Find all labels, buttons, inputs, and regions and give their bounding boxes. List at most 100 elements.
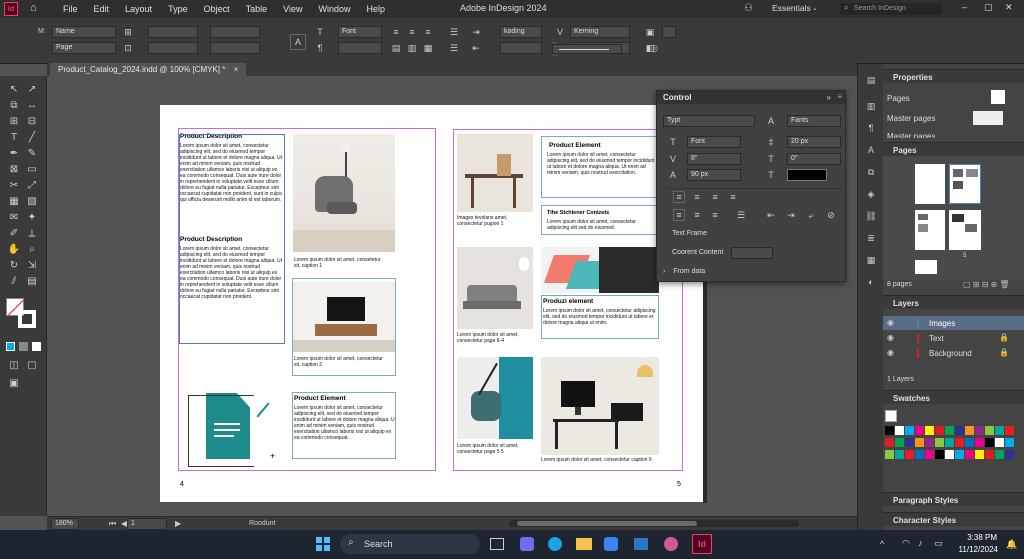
search-box[interactable]: ⌕ Search InDesign bbox=[840, 3, 942, 15]
color-swatch[interactable] bbox=[965, 450, 974, 459]
color-swatch[interactable] bbox=[915, 450, 924, 459]
color-swatch[interactable] bbox=[975, 426, 984, 435]
text-frame-label[interactable]: Text Frame bbox=[672, 230, 707, 237]
stroke-weight[interactable] bbox=[662, 26, 676, 38]
volume-icon[interactable]: ♪ bbox=[918, 538, 923, 548]
color-swatch[interactable] bbox=[787, 169, 827, 181]
paragraph-dock-icon[interactable]: ¶ bbox=[865, 122, 877, 134]
minimize-button[interactable]: – bbox=[962, 2, 967, 12]
rectangle-tool-icon[interactable]: ▭ bbox=[24, 162, 40, 176]
align-justify-icon[interactable]: ≡ bbox=[727, 191, 739, 203]
layer-row-images[interactable]: ◉ Images bbox=[883, 316, 1024, 330]
caption-1[interactable]: Lorem ipsum dolor sit amet, consetetur s… bbox=[294, 257, 384, 269]
menu-file[interactable]: File bbox=[55, 4, 86, 14]
no-wrap-icon[interactable]: ⊘ bbox=[825, 209, 837, 221]
properties-header[interactable]: Properties bbox=[883, 69, 1024, 83]
color-swatch[interactable] bbox=[895, 438, 904, 447]
menu-window[interactable]: Window bbox=[310, 4, 358, 14]
lock-icon[interactable]: 🔒 bbox=[999, 333, 1009, 342]
pen-tool-icon[interactable]: ✒ bbox=[6, 146, 22, 160]
color-swatch[interactable] bbox=[945, 450, 954, 459]
content-collector-icon[interactable]: ⊞ bbox=[6, 114, 22, 128]
pencil-tool-icon[interactable]: ✎ bbox=[24, 146, 40, 160]
angle-field[interactable]: 0° bbox=[787, 153, 841, 165]
color-swatch[interactable] bbox=[965, 438, 974, 447]
text-align-center-icon[interactable]: ≡ bbox=[691, 209, 703, 221]
page-thumb-3[interactable] bbox=[915, 210, 945, 250]
teal-chair-image[interactable] bbox=[457, 357, 533, 439]
page-field[interactable]: 1 bbox=[127, 518, 167, 530]
layer-row-text[interactable]: ◉ Text 🔒 bbox=[883, 331, 1024, 345]
line-tool-icon[interactable]: ╱ bbox=[24, 130, 40, 144]
next-page-icon[interactable]: ▶ bbox=[175, 519, 181, 528]
type-tool-icon[interactable]: T bbox=[6, 130, 22, 144]
rotate-tool-icon[interactable]: ↻ bbox=[6, 258, 22, 272]
color-swatch[interactable] bbox=[985, 450, 994, 459]
paragraph-styles-header[interactable]: Paragraph Styles bbox=[883, 492, 1024, 506]
page-thumb-2[interactable] bbox=[949, 164, 981, 204]
collapse-icon[interactable]: » bbox=[827, 93, 831, 102]
baseline-icon[interactable]: ▦ bbox=[422, 42, 434, 54]
file-explorer-icon[interactable] bbox=[576, 538, 592, 550]
color-swatch[interactable] bbox=[965, 426, 974, 435]
layer-row-background[interactable]: ◉ Background 🔒 bbox=[883, 346, 1024, 360]
battery-icon[interactable]: ▭ bbox=[934, 538, 943, 549]
align-bottom-icon[interactable]: ≡ bbox=[709, 191, 721, 203]
chair-image[interactable] bbox=[293, 134, 395, 252]
right-heading-b[interactable]: Tihe Stchlener Conizets bbox=[547, 210, 609, 216]
swatches-header[interactable]: Swatches bbox=[883, 390, 1024, 404]
text-align-left-icon[interactable]: ≡ bbox=[673, 209, 685, 221]
links-dock-icon[interactable]: ⛓ bbox=[865, 210, 877, 222]
kerning-dropdown[interactable]: Kerning bbox=[570, 26, 630, 38]
page-thumb-4[interactable] bbox=[949, 210, 981, 250]
wrap-icon[interactable]: ⤶ bbox=[805, 209, 817, 221]
page-tool-icon[interactable]: ⧉ bbox=[6, 98, 22, 112]
fants-dropdown[interactable]: Fants bbox=[787, 115, 841, 127]
tracking-icon[interactable]: ▤ bbox=[390, 42, 402, 54]
zoom-field[interactable]: 180% bbox=[51, 518, 79, 530]
table-image[interactable] bbox=[457, 134, 533, 212]
y-field[interactable] bbox=[148, 42, 198, 54]
indesign-taskbar-icon[interactable]: Id bbox=[692, 534, 712, 554]
color-swatch[interactable] bbox=[895, 426, 904, 435]
selection-tool-icon[interactable]: ↖ bbox=[6, 82, 22, 96]
color-swatch[interactable] bbox=[975, 450, 984, 459]
gradient-feather-icon[interactable]: ▧ bbox=[24, 194, 40, 208]
menu-table[interactable]: Table bbox=[238, 4, 276, 14]
close-tab-icon[interactable]: × bbox=[234, 65, 239, 74]
kading-dropdown[interactable]: kading bbox=[500, 26, 542, 38]
color-swatch[interactable] bbox=[885, 438, 894, 447]
caption-c[interactable]: Lorem ipsum dolor sit amet, consectetur … bbox=[457, 332, 529, 344]
eye-icon[interactable]: ◉ bbox=[887, 318, 894, 327]
color-swatch[interactable] bbox=[925, 438, 934, 447]
direct-selection-tool-icon[interactable]: ↗ bbox=[24, 82, 40, 96]
from-data-row[interactable]: › From data bbox=[663, 268, 705, 275]
align-center-icon[interactable]: ≡ bbox=[406, 26, 418, 38]
caption-a[interactable]: Images tevolans amet, consectetur pugion… bbox=[457, 215, 529, 227]
gap-tool-icon[interactable]: ↔ bbox=[24, 98, 40, 112]
preview-view-icon[interactable]: ▢ bbox=[24, 358, 40, 372]
pages-header[interactable]: Pages bbox=[883, 142, 1024, 156]
font-style-dropdown[interactable] bbox=[338, 42, 382, 54]
leading-icon[interactable]: ▥ bbox=[406, 42, 418, 54]
right-heading-a[interactable]: Product Element bbox=[549, 142, 601, 149]
effects-icon[interactable]: ◎ bbox=[648, 42, 660, 54]
menu-object[interactable]: Object bbox=[196, 4, 238, 14]
menu-type[interactable]: Type bbox=[160, 4, 196, 14]
image-frame-2[interactable] bbox=[292, 278, 396, 376]
pages-footer-icons[interactable]: ▢ ⊞ ⊟ ⊕ 🗑 bbox=[963, 280, 1010, 289]
fill-stroke-swatch[interactable] bbox=[885, 410, 897, 422]
stroke-dock-icon[interactable]: ≣ bbox=[865, 232, 877, 244]
notification-icon[interactable]: 🔔 bbox=[1006, 539, 1017, 550]
kerning-icon[interactable]: V bbox=[554, 26, 566, 38]
stroke-icon[interactable]: ▣ bbox=[644, 26, 656, 38]
color-swatch[interactable] bbox=[915, 426, 924, 435]
content-dropdown[interactable] bbox=[731, 247, 773, 259]
content-placer-icon[interactable]: ⊟ bbox=[24, 114, 40, 128]
swatches-dock-icon[interactable]: ▦ bbox=[865, 254, 877, 266]
apply-none-button[interactable] bbox=[32, 342, 41, 351]
workspace-switcher[interactable]: Essentials bbox=[772, 3, 811, 13]
first-page-icon[interactable]: ⏮ bbox=[109, 519, 116, 529]
scissors-tool-icon[interactable]: ✂ bbox=[6, 178, 22, 192]
note-tool-icon[interactable]: ✉ bbox=[6, 210, 22, 224]
